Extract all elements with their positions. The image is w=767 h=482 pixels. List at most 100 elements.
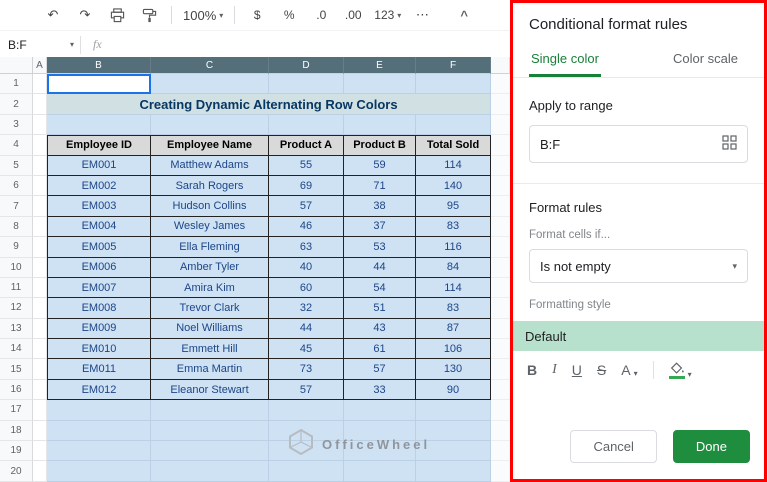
zoom-select[interactable]: 100% ▾ <box>179 3 227 27</box>
formula-input[interactable] <box>114 31 510 58</box>
cell-D12[interactable]: 32 <box>269 298 344 319</box>
cell-F17[interactable] <box>416 400 491 421</box>
cell-A10[interactable] <box>33 257 47 278</box>
cell-F9[interactable]: 116 <box>416 237 491 258</box>
cell-E1[interactable] <box>344 74 416 95</box>
tab-color-scale[interactable]: Color scale <box>671 44 740 77</box>
cell-E3[interactable] <box>344 114 416 136</box>
row-header-15[interactable]: 15 <box>0 359 33 380</box>
more-toolbar-icon[interactable]: ⋯ <box>407 3 437 27</box>
cell-F12[interactable]: 83 <box>416 298 491 319</box>
row-header-16[interactable]: 16 <box>0 379 33 401</box>
row-header-6[interactable]: 6 <box>0 175 33 197</box>
cell-C7[interactable]: Hudson Collins <box>151 196 269 217</box>
row-header-2[interactable]: 2 <box>0 94 33 115</box>
cell-C20[interactable] <box>151 461 269 482</box>
cell-A5[interactable] <box>33 155 47 176</box>
row-header-11[interactable]: 11 <box>0 277 33 299</box>
cell-F1[interactable] <box>416 74 491 95</box>
cell-B15[interactable]: EM011 <box>47 359 151 380</box>
cell-A4[interactable] <box>33 135 47 156</box>
italic-button[interactable]: I <box>552 362 557 378</box>
row-header-12[interactable]: 12 <box>0 298 33 319</box>
text-color-button[interactable]: A ▾ <box>621 362 637 378</box>
cell-C4[interactable]: Employee Name <box>151 135 269 156</box>
cell-E4[interactable]: Product B <box>344 135 416 156</box>
condition-dropdown[interactable]: Is not empty ▾ <box>529 249 748 283</box>
name-box[interactable]: B:F ▾ <box>0 31 80 58</box>
column-header-D[interactable]: D <box>269 57 344 74</box>
cell-E12[interactable]: 51 <box>344 298 416 319</box>
cell-F4[interactable]: Total Sold <box>416 135 491 156</box>
cell-F11[interactable]: 114 <box>416 277 491 299</box>
cell-D16[interactable]: 57 <box>269 379 344 401</box>
cell-A11[interactable] <box>33 277 47 299</box>
row-header-1[interactable]: 1 <box>0 74 33 95</box>
bold-button[interactable]: B <box>527 362 537 378</box>
cell-B10[interactable]: EM006 <box>47 257 151 278</box>
cell-E15[interactable]: 57 <box>344 359 416 380</box>
cell-F7[interactable]: 95 <box>416 196 491 217</box>
cell-A14[interactable] <box>33 339 47 360</box>
cell-F18[interactable] <box>416 420 491 442</box>
cell-D13[interactable]: 44 <box>269 318 344 340</box>
cell-D17[interactable] <box>269 400 344 421</box>
done-button[interactable]: Done <box>672 430 750 463</box>
paint-format-icon[interactable] <box>134 3 164 27</box>
cell-B8[interactable]: EM004 <box>47 216 151 238</box>
row-header-13[interactable]: 13 <box>0 318 33 340</box>
cell-B18[interactable] <box>47 420 151 442</box>
cell-B4[interactable]: Employee ID <box>47 135 151 156</box>
cell-A18[interactable] <box>33 420 47 442</box>
cell-A9[interactable] <box>33 237 47 258</box>
cell-C5[interactable]: Matthew Adams <box>151 155 269 176</box>
cell-E14[interactable]: 61 <box>344 339 416 360</box>
merged-title-cell-B2-F2[interactable]: Creating Dynamic Alternating Row Colors <box>47 94 491 115</box>
cell-E20[interactable] <box>344 461 416 482</box>
cell-A2[interactable] <box>33 94 47 115</box>
range-input[interactable]: B:F <box>529 125 748 163</box>
cell-C15[interactable]: Emma Martin <box>151 359 269 380</box>
cell-F8[interactable]: 83 <box>416 216 491 238</box>
fill-color-button[interactable]: ▾ <box>668 361 692 379</box>
column-header-C[interactable]: C <box>151 57 269 74</box>
cell-C19[interactable] <box>151 441 269 462</box>
row-header-4[interactable]: 4 <box>0 135 33 156</box>
cell-B14[interactable]: EM010 <box>47 339 151 360</box>
more-formats-button[interactable]: 123 ▾ <box>370 3 405 27</box>
cell-D20[interactable] <box>269 461 344 482</box>
cell-B3[interactable] <box>47 114 151 136</box>
row-header-3[interactable]: 3 <box>0 114 33 136</box>
cell-D3[interactable] <box>269 114 344 136</box>
cell-E9[interactable]: 53 <box>344 237 416 258</box>
cell-F5[interactable]: 114 <box>416 155 491 176</box>
cell-A16[interactable] <box>33 379 47 401</box>
cell-F16[interactable]: 90 <box>416 379 491 401</box>
cell-C8[interactable]: Wesley James <box>151 216 269 238</box>
cell-B20[interactable] <box>47 461 151 482</box>
cell-D5[interactable]: 55 <box>269 155 344 176</box>
cell-C10[interactable]: Amber Tyler <box>151 257 269 278</box>
decrease-decimal-button[interactable]: .0 <box>306 3 336 27</box>
column-header-B[interactable]: B <box>47 57 151 74</box>
cell-E13[interactable]: 43 <box>344 318 416 340</box>
cell-C14[interactable]: Emmett Hill <box>151 339 269 360</box>
cell-D15[interactable]: 73 <box>269 359 344 380</box>
row-header-17[interactable]: 17 <box>0 400 33 421</box>
tab-single-color[interactable]: Single color <box>529 44 601 77</box>
cell-F3[interactable] <box>416 114 491 136</box>
underline-button[interactable]: U <box>572 362 582 378</box>
cell-E8[interactable]: 37 <box>344 216 416 238</box>
cell-E18[interactable] <box>344 420 416 442</box>
cell-D14[interactable]: 45 <box>269 339 344 360</box>
cell-C1[interactable] <box>151 74 269 95</box>
cell-B11[interactable]: EM007 <box>47 277 151 299</box>
cell-A8[interactable] <box>33 216 47 238</box>
cell-D18[interactable] <box>269 420 344 442</box>
row-header-8[interactable]: 8 <box>0 216 33 238</box>
cell-C12[interactable]: Trevor Clark <box>151 298 269 319</box>
cell-F10[interactable]: 84 <box>416 257 491 278</box>
column-header-E[interactable]: E <box>344 57 416 74</box>
cell-A3[interactable] <box>33 114 47 136</box>
cell-D19[interactable] <box>269 441 344 462</box>
